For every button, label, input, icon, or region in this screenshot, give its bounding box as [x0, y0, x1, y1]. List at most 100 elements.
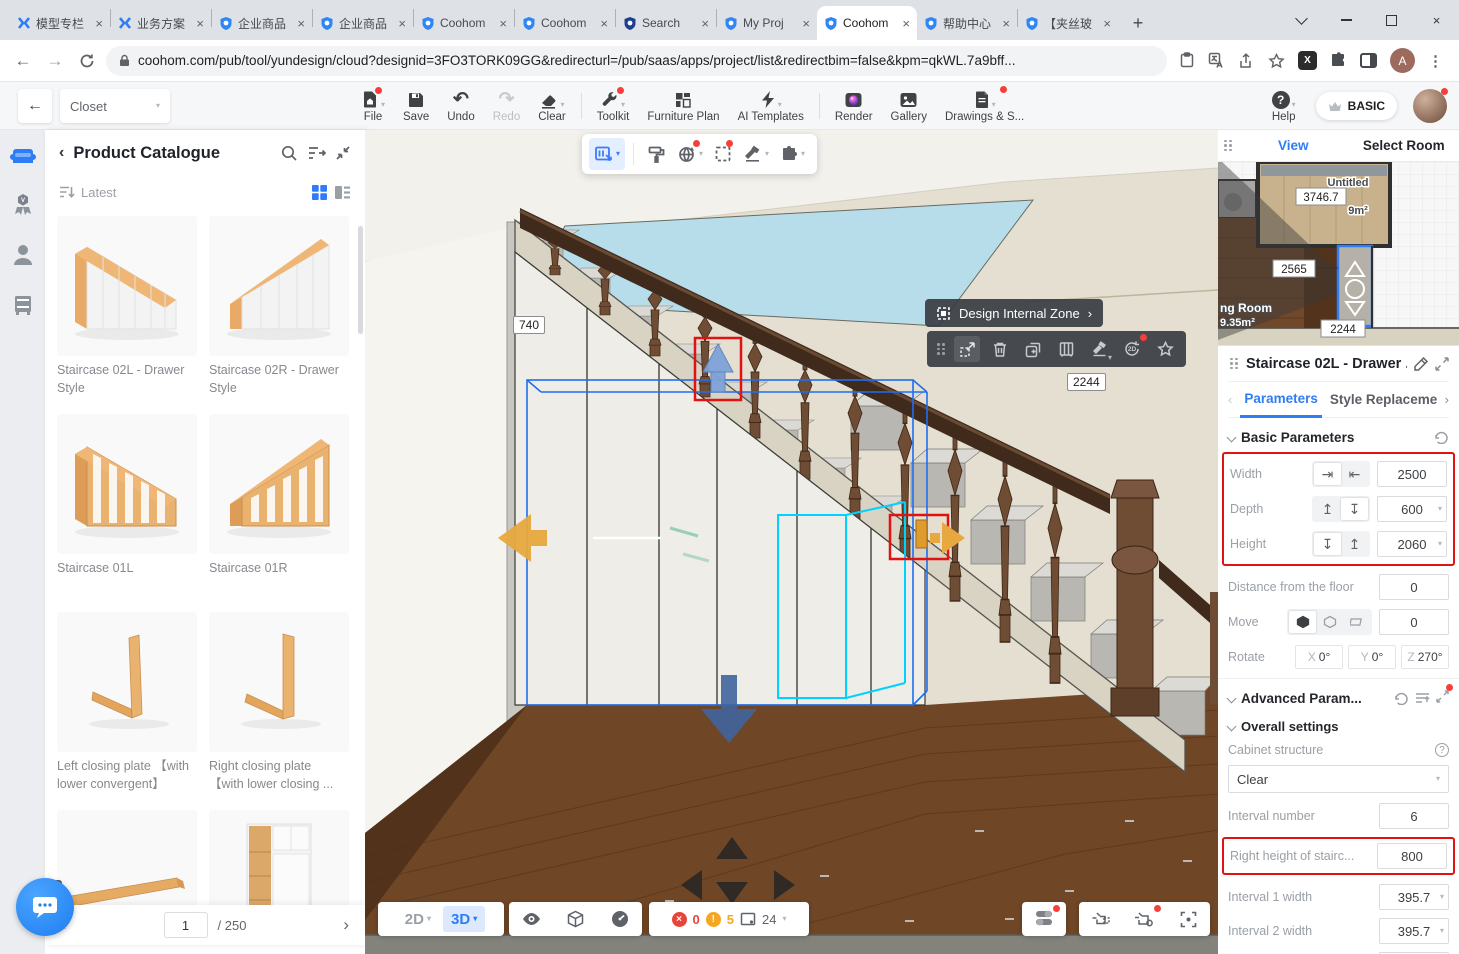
sidebar-icon[interactable]	[1360, 53, 1377, 68]
performance-gauge-icon[interactable]	[600, 902, 640, 936]
tab-close-icon[interactable]: ×	[902, 16, 910, 31]
height-direction-toggle[interactable]: ↧↥	[1312, 531, 1370, 557]
expand-advanced-icon[interactable]	[1436, 690, 1449, 706]
extend-right-icon[interactable]: ⇥	[1314, 463, 1341, 485]
width-direction-toggle[interactable]: ⇥⇤	[1312, 461, 1370, 487]
tab-close-icon[interactable]: ×	[95, 16, 103, 31]
tab-close-icon[interactable]: ×	[499, 16, 507, 31]
product-tile[interactable]: Staircase 01L	[57, 414, 197, 596]
panel-drag-handle-icon[interactable]	[1218, 140, 1238, 152]
hammer-tool-button[interactable]: ▾	[738, 138, 774, 170]
browser-tab[interactable]: Coohom×	[515, 6, 615, 40]
rotate-x-input[interactable]: X0°	[1295, 645, 1343, 669]
mode-3d-button[interactable]: 3D▾	[443, 906, 485, 932]
new-tab-button[interactable]: +	[1124, 9, 1152, 37]
sort-label[interactable]: Latest	[81, 185, 116, 200]
undo-button[interactable]: ↶ Undo	[438, 82, 484, 130]
rail-cabinet-item[interactable]	[0, 280, 45, 330]
minimap-canvas[interactable]: Untitled 9m² 3746.7 2565 2244 ng Room 9.…	[1218, 162, 1459, 345]
scale-tool-button[interactable]	[954, 336, 980, 362]
browser-tab[interactable]: My Proj×	[717, 6, 817, 40]
collapse-panel-icon[interactable]	[335, 145, 351, 161]
depth-direction-toggle[interactable]: ↥↧	[1312, 496, 1370, 522]
extend-up-icon[interactable]: ↥	[1314, 498, 1341, 520]
grid-view-icon[interactable]	[311, 184, 328, 201]
issues-bar[interactable]: × 0 ! 5 24 ▾	[649, 902, 809, 936]
tab-view[interactable]: View	[1238, 138, 1349, 153]
browser-tab[interactable]: 企业商品×	[313, 6, 413, 40]
floor-distance-input[interactable]: 0	[1379, 574, 1449, 600]
next-page-icon[interactable]: ›	[343, 915, 349, 935]
translate-icon[interactable]	[1208, 52, 1225, 69]
furniture-plan-button[interactable]: Furniture Plan	[638, 82, 728, 130]
plan-badge[interactable]: BASIC	[1316, 92, 1397, 120]
address-bar[interactable]: coohom.com/pub/tool/yundesign/cloud?desi…	[106, 46, 1167, 76]
back-to-projects-button[interactable]: ←	[18, 89, 52, 123]
focus-center-icon[interactable]	[1169, 902, 1207, 936]
marquee-select-button[interactable]	[709, 138, 737, 170]
extend-up-icon[interactable]: ↥	[1341, 533, 1368, 555]
extend-down-icon[interactable]: ↧	[1314, 533, 1341, 555]
tabs-scroll-left-icon[interactable]: ‹	[1228, 392, 1232, 407]
cabinet-structure-select[interactable]: Clear ▾	[1228, 765, 1449, 793]
share-icon[interactable]	[1238, 53, 1255, 69]
browser-tab[interactable]: 业务方案×	[111, 6, 211, 40]
modeling-tool-button[interactable]: ▾	[589, 138, 625, 170]
camera-settings-icon[interactable]	[1125, 902, 1163, 936]
collapse-caret-icon[interactable]	[1227, 432, 1237, 442]
forward-icon[interactable]: →	[42, 48, 68, 74]
expand-panel-icon[interactable]	[1435, 357, 1449, 371]
catalogue-scrollbar[interactable]	[358, 226, 363, 334]
replace-sync-button[interactable]: ▾	[672, 138, 708, 170]
nav-right-arrow[interactable]	[774, 870, 795, 900]
drawings-schemes-button[interactable]: ▾ Drawings & S...	[936, 82, 1033, 130]
rail-furnish-item[interactable]	[0, 130, 45, 180]
product-tile[interactable]: Staircase 02L - Drawer Style	[57, 216, 197, 398]
mode-2d-button[interactable]: 2D▾	[397, 911, 439, 928]
help-question-icon[interactable]: ?	[1435, 743, 1449, 757]
material-brush-button[interactable]: ▾	[1086, 336, 1112, 362]
window-menu-icon[interactable]	[1279, 0, 1324, 40]
nav-down-arrow[interactable]	[716, 882, 748, 904]
favorite-star-button[interactable]	[1152, 336, 1178, 362]
tab-close-icon[interactable]: ×	[398, 16, 406, 31]
reload-icon[interactable]	[74, 48, 100, 74]
product-tile[interactable]: Staircase 02R - Drawer Style	[209, 216, 349, 398]
design-internal-zone-button[interactable]: Design Internal Zone ›	[925, 299, 1103, 327]
tab-close-icon[interactable]: ×	[802, 16, 810, 31]
x-extension-icon[interactable]: X	[1298, 51, 1317, 70]
height-input[interactable]: 2060▾	[1377, 531, 1447, 557]
extend-down-icon[interactable]: ↧	[1341, 498, 1368, 520]
nav-left-arrow[interactable]	[681, 870, 702, 900]
browser-tab[interactable]: 帮助中心×	[917, 6, 1017, 40]
right-height-input[interactable]: 800	[1377, 843, 1447, 869]
help-button[interactable]: ?▾ Help	[1268, 82, 1300, 130]
move-input[interactable]: 0	[1379, 609, 1449, 635]
browser-tab-active[interactable]: Coohom×	[817, 6, 917, 40]
browser-tab[interactable]: 【夹丝玻×	[1018, 6, 1118, 40]
product-tile[interactable]: Staircase 01R	[209, 414, 349, 596]
redo-button[interactable]: ↷ Redo	[484, 82, 530, 130]
window-close-icon[interactable]: ×	[1414, 0, 1459, 40]
width-input[interactable]: 2500	[1377, 461, 1447, 487]
interval-number-input[interactable]: 6	[1379, 803, 1449, 829]
reset-icon[interactable]	[1394, 692, 1409, 705]
chat-support-button[interactable]	[16, 878, 74, 936]
browser-tab[interactable]: 企业商品×	[212, 6, 312, 40]
product-tile[interactable]: Left closing plate 【with lower convergen…	[57, 612, 197, 794]
rail-designer-item[interactable]	[0, 230, 45, 280]
tab-close-icon[interactable]: ×	[600, 16, 608, 31]
tab-style-replacement[interactable]: Style Replaceme	[1330, 392, 1437, 407]
product-tile[interactable]: Right closing plate 【with lower closing …	[209, 612, 349, 794]
page-input[interactable]: 1	[164, 912, 208, 938]
tab-close-icon[interactable]: ×	[701, 16, 709, 31]
move-x-icon[interactable]	[1289, 611, 1316, 633]
interval-1-input[interactable]: 395.7▾	[1379, 884, 1449, 910]
paint-roller-button[interactable]	[642, 138, 671, 170]
toggles-bar[interactable]	[1022, 902, 1066, 936]
browser-tab[interactable]: Coohom×	[414, 6, 514, 40]
window-maximize-icon[interactable]	[1369, 0, 1414, 40]
room-selector[interactable]: Closet▾	[60, 89, 170, 123]
move-z-icon[interactable]	[1343, 611, 1370, 633]
search-icon[interactable]	[280, 144, 298, 162]
